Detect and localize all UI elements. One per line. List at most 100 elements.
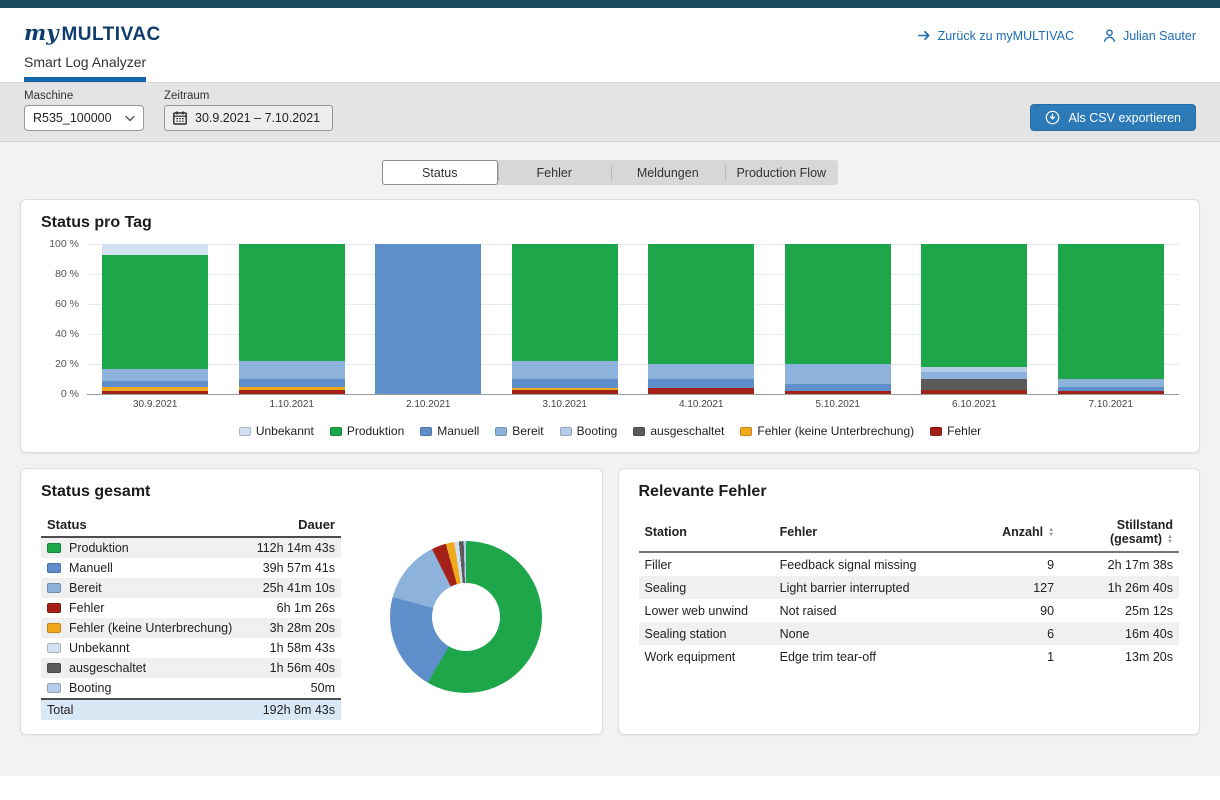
bar-column xyxy=(497,244,634,394)
tab-production-flow[interactable]: Production Flow xyxy=(725,160,839,185)
y-axis-label: 80 % xyxy=(55,268,79,280)
nav-tab-smart-log-analyzer[interactable]: Smart Log Analyzer xyxy=(24,54,146,82)
relevant-errors-table: StationFehlerAnzahl▲▼Stillstand (gesamt)… xyxy=(639,513,1180,668)
stacked-bar-2-10-2021 xyxy=(375,244,481,394)
legend-item-ausgeschaltet[interactable]: ausgeschaltet xyxy=(633,424,724,438)
period-date-range-input[interactable]: 30.9.2021 – 7.10.2021 xyxy=(164,105,333,131)
legend-color-chip xyxy=(330,427,342,436)
back-link-label: Zurück zu myMULTIVAC xyxy=(938,29,1074,43)
status-total-card: Status gesamt StatusDauerProduktion112h … xyxy=(20,468,603,735)
bar-segment-manuell xyxy=(375,244,481,394)
header-top-row: my MULTIVAC Zurück zu myMULTIVAC Julian … xyxy=(24,20,1196,46)
header-actions: Zurück zu myMULTIVAC Julian Sauter xyxy=(917,28,1196,43)
bar-column xyxy=(224,244,361,394)
bar-segment-bereit xyxy=(239,361,345,379)
export-csv-button[interactable]: Als CSV exportieren xyxy=(1030,104,1196,131)
bar-segment-bereit xyxy=(921,372,1027,380)
tab-status[interactable]: Status xyxy=(382,160,498,185)
logo-brand: MULTIVAC xyxy=(61,24,160,46)
status-row-manuell: Manuell39h 57m 41s xyxy=(41,558,341,578)
sort-icon[interactable]: ▲▼ xyxy=(1048,528,1054,538)
stacked-bar-30-9-2021 xyxy=(102,244,208,394)
bar-column xyxy=(906,244,1043,394)
sort-icon[interactable]: ▲▼ xyxy=(1167,535,1173,545)
bar-segment-fehler xyxy=(1058,391,1164,394)
legend-color-chip xyxy=(560,427,572,436)
period-value: 30.9.2021 – 7.10.2021 xyxy=(195,111,320,125)
error-row-lower-web-unwind: Lower web unwindNot raised9025m 12s xyxy=(639,599,1180,622)
legend-color-chip xyxy=(239,427,251,436)
bar-column xyxy=(1043,244,1180,394)
legend-item-unbekannt[interactable]: Unbekannt xyxy=(239,424,314,438)
tab-fehler[interactable]: Fehler xyxy=(498,160,612,185)
bar-segment-manuell xyxy=(785,384,891,392)
x-axis: 30.9.20211.10.20212.10.20213.10.20214.10… xyxy=(87,399,1179,410)
bar-segment-fehler xyxy=(785,391,891,394)
arrow-right-icon xyxy=(917,28,932,43)
bar-segment-produktion xyxy=(239,244,345,361)
stillstand-col-header[interactable]: Stillstand (gesamt)▲▼ xyxy=(1060,513,1179,552)
x-axis-label: 3.10.2021 xyxy=(497,399,634,410)
x-axis-label: 2.10.2021 xyxy=(360,399,497,410)
stacked-bar-4-10-2021 xyxy=(648,244,754,394)
status-per-day-card: Status pro Tag 100 %80 %60 %40 %20 %0 % … xyxy=(20,199,1200,453)
bar-column xyxy=(360,244,497,394)
station-col-header: Station xyxy=(639,513,774,552)
bar-segment-produktion xyxy=(785,244,891,364)
anzahl-col-header[interactable]: Anzahl▲▼ xyxy=(995,513,1060,552)
legend-item-fehler-keine-unterbrechung[interactable]: Fehler (keine Unterbrechung) xyxy=(740,424,914,438)
logo-my: my xyxy=(24,20,58,45)
page: my MULTIVAC Zurück zu myMULTIVAC Julian … xyxy=(0,0,1220,800)
status-row-bereit: Bereit25h 41m 10s xyxy=(41,578,341,598)
legend-item-booting[interactable]: Booting xyxy=(560,424,618,438)
status-color-chip xyxy=(47,663,61,673)
bar-segment-bereit xyxy=(785,364,891,384)
period-label: Zeitraum xyxy=(164,90,333,102)
bar-segment-produktion xyxy=(102,255,208,369)
bar-segment-manuell xyxy=(648,379,754,388)
machine-select[interactable]: R535_100000 xyxy=(24,105,144,131)
status-row-fehler: Fehler6h 1m 26s xyxy=(41,598,341,618)
machine-select-value: R535_100000 xyxy=(33,111,112,125)
back-to-mymultivac-link[interactable]: Zurück zu myMULTIVAC xyxy=(917,28,1074,43)
legend-item-fehler[interactable]: Fehler xyxy=(930,424,981,438)
logo[interactable]: my MULTIVAC xyxy=(24,20,161,46)
x-axis-label: 4.10.2021 xyxy=(633,399,770,410)
legend-color-chip xyxy=(420,427,432,436)
y-axis: 100 %80 %60 %40 %20 %0 % xyxy=(41,244,87,394)
y-axis-label: 0 % xyxy=(61,388,79,400)
legend-item-manuell[interactable]: Manuell xyxy=(420,424,479,438)
stacked-bar-1-10-2021 xyxy=(239,244,345,394)
status-per-day-title: Status pro Tag xyxy=(41,214,1179,232)
nav-tab-label: Smart Log Analyzer xyxy=(24,54,146,70)
calendar-icon xyxy=(172,110,188,126)
legend-item-produktion[interactable]: Produktion xyxy=(330,424,404,438)
tab-meldungen[interactable]: Meldungen xyxy=(611,160,725,185)
period-filter-group: Zeitraum 30.9.2021 – 7.10.2021 xyxy=(164,90,333,131)
status-total-row: Total192h 8m 43s xyxy=(41,699,341,720)
stacked-bar-7-10-2021 xyxy=(1058,244,1164,394)
bar-segment-produktion xyxy=(1058,244,1164,379)
chevron-down-icon xyxy=(125,115,135,122)
bar-segment-bereit xyxy=(102,369,208,381)
bar-segment-manuell xyxy=(512,379,618,388)
user-menu[interactable]: Julian Sauter xyxy=(1102,28,1196,43)
donut-chart-area xyxy=(351,513,582,720)
bar-column xyxy=(87,244,224,394)
y-axis-label: 60 % xyxy=(55,298,79,310)
legend-color-chip xyxy=(633,427,645,436)
status-row-produktion: Produktion112h 14m 43s xyxy=(41,537,341,558)
stacked-bar-3-10-2021 xyxy=(512,244,618,394)
y-axis-label: 20 % xyxy=(55,358,79,370)
legend-color-chip xyxy=(495,427,507,436)
status-row-ausgeschaltet: ausgeschaltet1h 56m 40s xyxy=(41,658,341,678)
legend-item-bereit[interactable]: Bereit xyxy=(495,424,543,438)
bar-segment-bereit xyxy=(512,361,618,379)
error-row-work-equipment: Work equipmentEdge trim tear-off113m 20s xyxy=(639,645,1180,668)
relevant-errors-title: Relevante Fehler xyxy=(639,483,1180,501)
bar-segment-bereit xyxy=(1058,379,1164,387)
status-total-content: StatusDauerProduktion112h 14m 43sManuell… xyxy=(41,513,582,720)
bar-segment-fehler xyxy=(512,390,618,395)
bar-segment-manuell xyxy=(239,379,345,387)
x-axis-label: 6.10.2021 xyxy=(906,399,1043,410)
